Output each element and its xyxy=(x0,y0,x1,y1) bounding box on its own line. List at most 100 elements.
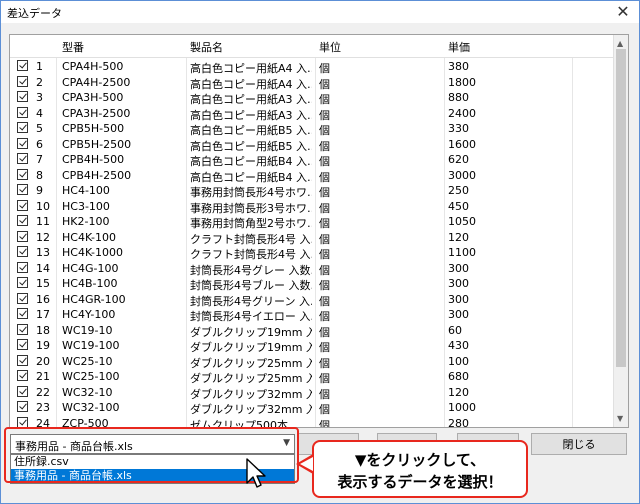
row-checkbox[interactable] xyxy=(17,168,28,180)
row-checkbox[interactable] xyxy=(17,401,28,412)
row-code: HC4B-100 xyxy=(62,277,118,290)
table-row[interactable]: 8 CPB4H-2500 高白色コピー用紙B4 入… 個 3000 xyxy=(10,168,614,184)
row-price: 3000 xyxy=(448,168,476,182)
row-number: 8 xyxy=(36,168,43,182)
row-number: 15 xyxy=(36,277,50,290)
table-row[interactable]: 9 HC4-100 事務用封筒長形4号ホワ… 個 250 xyxy=(10,183,614,199)
row-price: 300 xyxy=(448,308,469,321)
row-number: 3 xyxy=(36,91,43,104)
grid-header: 型番 製品名 単位 単価 xyxy=(10,35,614,58)
row-number: 9 xyxy=(36,184,43,197)
header-code[interactable]: 型番 xyxy=(62,39,84,55)
table-row[interactable]: 15 HC4B-100 封筒長形4号ブルー 入数… 個 300 xyxy=(10,276,614,292)
row-checkbox[interactable] xyxy=(17,199,28,211)
row-price: 450 xyxy=(448,199,469,213)
row-checkbox[interactable] xyxy=(17,75,28,87)
row-price: 620 xyxy=(448,153,469,166)
row-code: HC4Y-100 xyxy=(62,308,116,321)
row-checkbox[interactable] xyxy=(17,184,28,195)
row-checkbox[interactable] xyxy=(17,246,28,257)
row-checkbox[interactable] xyxy=(17,91,28,102)
table-row[interactable]: 6 CPB5H-2500 高白色コピー用紙B5 入… 個 1600 xyxy=(10,137,614,153)
row-code: HC4K-100 xyxy=(62,230,116,244)
scroll-thumb[interactable] xyxy=(616,49,626,367)
row-code: CPA4H-500 xyxy=(62,60,124,73)
table-row[interactable]: 2 CPA4H-2500 高白色コピー用紙A4 入… 個 1800 xyxy=(10,75,614,91)
close-button[interactable]: 閉じる xyxy=(531,433,627,455)
row-checkbox[interactable] xyxy=(17,215,28,226)
row-code: WC32-10 xyxy=(62,385,113,399)
table-row[interactable]: 5 CPB5H-500 高白色コピー用紙B5 入… 個 330 xyxy=(10,121,614,137)
row-checkbox[interactable] xyxy=(17,261,28,273)
row-number: 12 xyxy=(36,230,50,244)
table-row[interactable]: 23WC32-100ダブルクリップ32mm 入数…個1000 xyxy=(10,400,614,416)
row-checkbox[interactable] xyxy=(17,122,28,133)
row-number: 1 xyxy=(36,60,43,73)
row-checkbox[interactable] xyxy=(17,137,28,149)
table-row[interactable]: 22WC32-10ダブルクリップ32mm 入数…個120 xyxy=(10,385,614,401)
row-price: 280 xyxy=(448,416,469,428)
table-row[interactable]: 4 CPA3H-2500 高白色コピー用紙A3 入… 個 2400 xyxy=(10,106,614,122)
table-row[interactable]: 11 HK2-100 事務用封筒角型2号ホワ… 個 1050 xyxy=(10,214,614,230)
row-number: 22 xyxy=(36,385,50,399)
row-price: 380 xyxy=(448,60,469,73)
table-row[interactable]: 13 HC4K-1000 クラフト封筒長形4号 入… 個 1100 xyxy=(10,245,614,261)
row-checkbox[interactable] xyxy=(17,230,28,242)
row-code: HC3-100 xyxy=(62,199,110,213)
row-price: 300 xyxy=(448,292,469,306)
header-unit[interactable]: 単位 xyxy=(319,39,341,55)
title-bar: 差込データ ✕ xyxy=(1,1,639,23)
header-name[interactable]: 製品名 xyxy=(190,39,223,55)
row-code: HC4K-1000 xyxy=(62,246,123,259)
row-price: 1050 xyxy=(448,215,476,228)
row-code: CPB5H-2500 xyxy=(62,137,132,151)
row-number: 14 xyxy=(36,261,50,275)
data-grid: 型番 製品名 単位 単価 1 CPA4H-500 高白色コピー用紙A4 入… 個 380… xyxy=(9,34,629,428)
row-number: 5 xyxy=(36,122,43,135)
close-icon[interactable]: ✕ xyxy=(613,2,633,22)
scroll-down-icon[interactable]: ▼ xyxy=(617,414,623,423)
row-checkbox[interactable] xyxy=(17,60,28,71)
row-code: WC25-100 xyxy=(62,370,120,383)
row-number: 16 xyxy=(36,292,50,306)
row-price: 2400 xyxy=(448,106,476,120)
row-checkbox[interactable] xyxy=(17,385,28,397)
vertical-scrollbar[interactable]: ▲ ▼ xyxy=(613,35,628,427)
row-checkbox[interactable] xyxy=(17,277,28,288)
table-row[interactable]: 1 CPA4H-500 高白色コピー用紙A4 入… 個 380 xyxy=(10,59,614,75)
row-checkbox[interactable] xyxy=(17,416,28,427)
table-row[interactable]: 14 HC4G-100 封筒長形4号グレー 入数… 個 300 xyxy=(10,261,614,277)
callout-pointer-inner xyxy=(300,457,313,471)
row-code: WC19-100 xyxy=(62,339,120,352)
callout-line-2: 表示するデータを選択！ xyxy=(337,473,503,491)
row-price: 880 xyxy=(448,91,469,104)
table-row[interactable]: 17 HC4Y-100 封筒長形4号イエロー 入… 個 300 xyxy=(10,307,614,323)
table-row[interactable]: 10 HC3-100 事務用封筒長形3号ホワ… 個 450 xyxy=(10,199,614,215)
row-checkbox[interactable] xyxy=(17,153,28,164)
table-row[interactable]: 12 HC4K-100 クラフト封筒長形4号 入… 個 120 xyxy=(10,230,614,246)
row-number: 23 xyxy=(36,401,50,414)
row-checkbox[interactable] xyxy=(17,339,28,350)
row-code: HK2-100 xyxy=(62,215,110,228)
row-checkbox[interactable] xyxy=(17,354,28,366)
row-checkbox[interactable] xyxy=(17,308,28,319)
table-row[interactable]: 21WC25-100ダブルクリップ25mm 入数…個680 xyxy=(10,369,614,385)
table-row[interactable]: 18WC19-10ダブルクリップ19mm 入数…個60 xyxy=(10,323,614,339)
row-number: 6 xyxy=(36,137,43,151)
header-price[interactable]: 単価 xyxy=(448,39,470,55)
row-price: 120 xyxy=(448,385,469,399)
row-checkbox[interactable] xyxy=(17,370,28,381)
row-number: 17 xyxy=(36,308,50,321)
table-row[interactable]: 16 HC4GR-100 封筒長形4号グリーン 入… 個 300 xyxy=(10,292,614,308)
table-row[interactable]: 7 CPB4H-500 高白色コピー用紙B4 入… 個 620 xyxy=(10,152,614,168)
row-number: 7 xyxy=(36,153,43,166)
row-checkbox[interactable] xyxy=(17,292,28,304)
row-number: 21 xyxy=(36,370,50,383)
row-checkbox[interactable] xyxy=(17,106,28,118)
table-row[interactable]: 19WC19-100ダブルクリップ19mm 入数…個430 xyxy=(10,338,614,354)
instruction-callout: ▼をクリックして、 表示するデータを選択！ xyxy=(312,440,528,498)
table-row[interactable]: 20WC25-10ダブルクリップ25mm 入数…個100 xyxy=(10,354,614,370)
scroll-up-icon[interactable]: ▲ xyxy=(617,39,623,48)
table-row[interactable]: 3 CPA3H-500 高白色コピー用紙A3 入… 個 880 xyxy=(10,90,614,106)
row-checkbox[interactable] xyxy=(17,323,28,335)
